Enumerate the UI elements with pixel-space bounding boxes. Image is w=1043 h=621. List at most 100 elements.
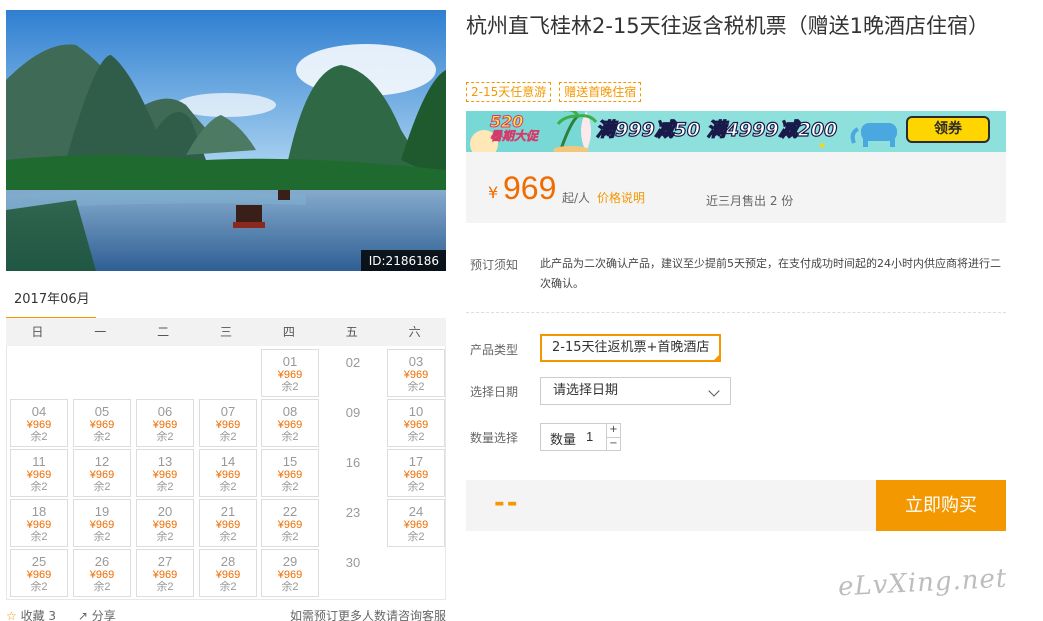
weekday-label: 四: [282, 325, 295, 339]
calendar-day-day: 20: [157, 504, 173, 519]
date-select-value: 请选择日期: [553, 383, 619, 398]
calendar-day-day: 01: [282, 354, 298, 369]
calendar-day[interactable]: 24 ¥969 余2: [387, 499, 445, 547]
calendar-grid: 01 ¥969 余2 02 03 ¥969 余2 04 ¥969 余2 05 ¥969 余2 06 ¥969…: [6, 346, 446, 600]
calendar-day-day: 21: [220, 504, 236, 519]
calendar-day[interactable]: 28 ¥969 余2: [199, 549, 257, 597]
weekday-label: 六: [408, 325, 421, 339]
calendar-day-price: ¥969: [89, 419, 115, 431]
calendar-day-day: 06: [157, 404, 173, 419]
stepper-buttons: + −: [606, 424, 620, 450]
calendar-day[interactable]: 18 ¥969 余2: [10, 499, 68, 547]
date-select[interactable]: 请选择日期: [540, 377, 731, 405]
calendar-day[interactable]: 03 ¥969 余2: [387, 349, 445, 397]
calendar-day-day: 28: [220, 554, 236, 569]
star-icon[interactable]: ☆: [6, 609, 17, 621]
product-title: 杭州直飞桂林2-15天往返含税机票（赠送1晚酒店住宿）: [466, 14, 990, 38]
calendar-day[interactable]: 14 ¥969 余2: [199, 449, 257, 497]
calendar-day[interactable]: 26 ¥969 余2: [73, 549, 131, 597]
calendar-day[interactable]: 05 ¥969 余2: [73, 399, 131, 447]
calendar-day-stock: 余2: [156, 481, 174, 493]
weekday-label: 三: [220, 325, 233, 339]
calendar-day-day: 17: [408, 454, 424, 469]
product-photo: ID:2186186: [6, 10, 446, 271]
share-icon[interactable]: ↗: [78, 609, 88, 621]
calendar-day-price: ¥969: [277, 419, 303, 431]
favorite-link[interactable]: 收藏 3: [21, 609, 56, 621]
calendar-month: 2017年06月: [6, 289, 96, 320]
calendar-day[interactable]: 25 ¥969 余2: [10, 549, 68, 597]
calendar-day-stock: 余2: [156, 531, 174, 543]
calendar-day-day: 27: [157, 554, 173, 569]
calendar-day[interactable]: 01 ¥969 余2: [261, 349, 319, 397]
calendar-day[interactable]: 27 ¥969 余2: [136, 549, 194, 597]
calendar-day-stock: 余2: [407, 531, 425, 543]
calendar-day: 23: [324, 499, 382, 547]
calendar-day-price: ¥969: [215, 419, 241, 431]
calendar-day-price: ¥969: [152, 419, 178, 431]
calendar-day-price: ¥969: [89, 519, 115, 531]
calendar-day-day: 14: [220, 454, 236, 469]
price-unit: 起/人: [562, 191, 591, 205]
calendar-day-price: ¥969: [26, 569, 52, 581]
landscape-image: [6, 10, 446, 271]
calendar-day[interactable]: 12 ¥969 余2: [73, 449, 131, 497]
calendar-day-price: ¥969: [277, 569, 303, 581]
selected-check-icon: [712, 353, 722, 377]
calendar-day-day: 02: [345, 355, 361, 370]
promo-badge-number: 520: [489, 112, 524, 131]
tag-free-travel: 2-15天任意游: [466, 82, 552, 102]
increment-button[interactable]: +: [607, 424, 620, 437]
buy-now-button[interactable]: 立即购买: [876, 480, 1006, 531]
calendar-day-stock: 余2: [281, 531, 299, 543]
calendar-day-day: 11: [32, 454, 46, 469]
calendar-day-day: 05: [94, 404, 110, 419]
calendar-day-price: ¥969: [403, 519, 429, 531]
product-type-option[interactable]: 2-15天往返机票+首晚酒店: [540, 334, 722, 377]
calendar-day[interactable]: 11 ¥969 余2: [10, 449, 68, 497]
product-type-label: 产品类型: [470, 343, 519, 357]
calendar-day-stock: 余2: [219, 581, 237, 593]
calendar-day-stock: 余2: [30, 531, 48, 543]
price-explanation-link[interactable]: 价格说明: [597, 189, 645, 206]
quantity-value[interactable]: 1: [586, 429, 593, 444]
calendar-day[interactable]: 19 ¥969 余2: [73, 499, 131, 547]
calendar-day[interactable]: 20 ¥969 余2: [136, 499, 194, 547]
decrement-button[interactable]: −: [607, 437, 620, 450]
calendar-day-price: ¥969: [403, 419, 429, 431]
calendar-day[interactable]: 13 ¥969 余2: [136, 449, 194, 497]
promo-banner[interactable]: ★ 520 暑期大促 满999减50 满4999减200 领券: [466, 111, 1006, 152]
share-link[interactable]: 分享: [92, 609, 116, 621]
calendar-day-stock: 余2: [407, 481, 425, 493]
calendar-day[interactable]: 22 ¥969 余2: [261, 499, 319, 547]
calendar-day[interactable]: 06 ¥969 余2: [136, 399, 194, 447]
weekday-label: 一: [94, 325, 107, 339]
calendar-day-day: 10: [408, 404, 424, 419]
calendar-day: 02: [324, 349, 382, 397]
photo-id-label: ID:2186186: [360, 250, 446, 271]
notice-label: 预订须知: [470, 258, 519, 272]
calendar-day-price: ¥969: [152, 519, 178, 531]
calendar-day: 30: [324, 549, 382, 597]
calendar-day-stock: 余2: [30, 581, 48, 593]
calendar-day-stock: 余2: [93, 481, 111, 493]
calendar-day-day: 03: [408, 354, 424, 369]
calendar-day[interactable]: 08 ¥969 余2: [261, 399, 319, 447]
calendar-day-stock: 余2: [281, 581, 299, 593]
calendar-day-price: ¥969: [26, 469, 52, 481]
calendar-day[interactable]: 17 ¥969 余2: [387, 449, 445, 497]
calendar-day[interactable]: 15 ¥969 余2: [261, 449, 319, 497]
calendar-day[interactable]: 04 ¥969 余2: [10, 399, 68, 447]
calendar-day-day: 13: [157, 454, 173, 469]
calendar-day-day: 04: [31, 404, 47, 419]
calendar-day[interactable]: 07 ¥969 余2: [199, 399, 257, 447]
quantity-stepper[interactable]: 数量 1 + −: [540, 423, 621, 451]
calendar-day-day: 23: [345, 505, 361, 520]
site-watermark: eLvXing.net: [837, 563, 1009, 603]
calendar-day[interactable]: 10 ¥969 余2: [387, 399, 445, 447]
calendar-day-price: ¥969: [403, 369, 429, 381]
get-coupon-button[interactable]: 领券: [906, 116, 990, 143]
calendar-day[interactable]: 29 ¥969 余2: [261, 549, 319, 597]
quantity-field-label: 数量: [550, 433, 577, 448]
calendar-day[interactable]: 21 ¥969 余2: [199, 499, 257, 547]
